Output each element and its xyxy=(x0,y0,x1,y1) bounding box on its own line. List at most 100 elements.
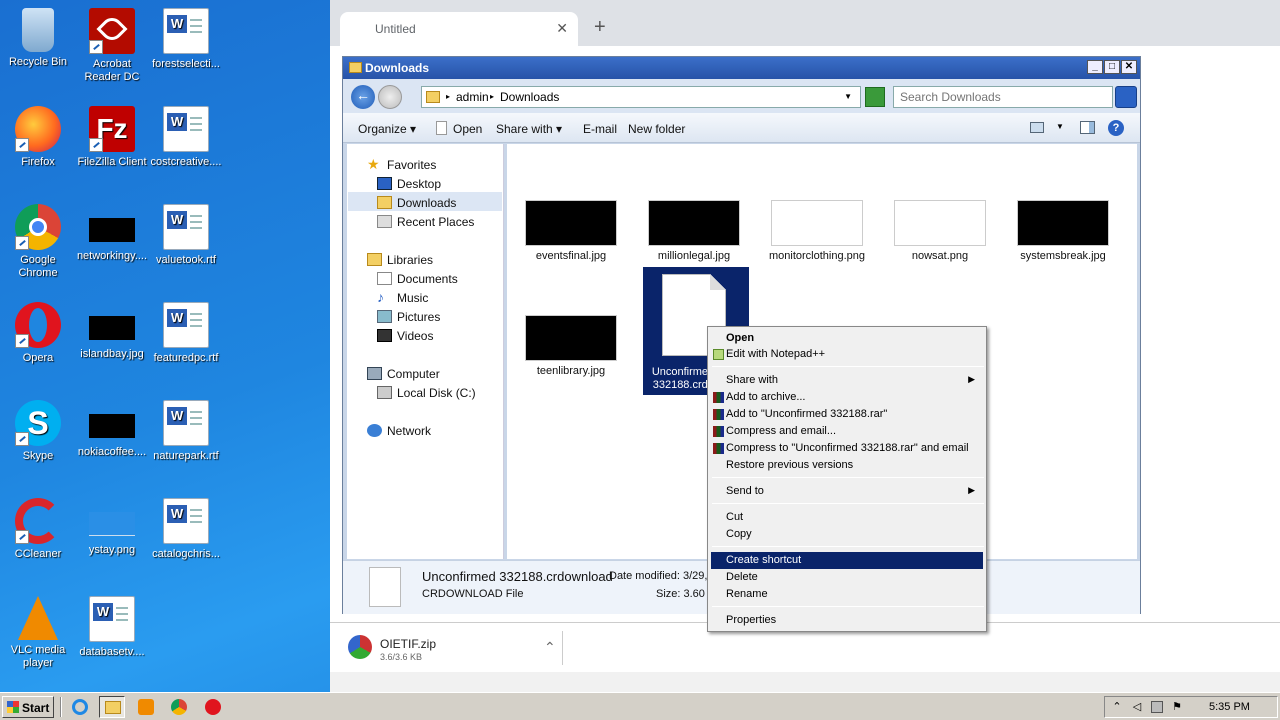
windows-logo-icon xyxy=(7,701,19,713)
taskbar-ie[interactable] xyxy=(67,696,93,718)
menu-item-add-to-archive[interactable]: Add to archive... xyxy=(711,389,983,406)
close-icon[interactable]: ✕ xyxy=(556,20,568,37)
taskbar-chrome[interactable] xyxy=(166,696,192,718)
chevron-up-icon[interactable]: ⌃ xyxy=(1111,701,1123,713)
view-options-icon[interactable] xyxy=(1030,122,1044,133)
file-item[interactable]: monitorclothing.png xyxy=(762,200,872,262)
desktop-icon-catalogchris[interactable]: W catalogchris... xyxy=(148,498,224,561)
file-item[interactable]: nowsat.png xyxy=(885,200,995,262)
share-with-button[interactable]: Share with ▾ xyxy=(496,122,562,136)
filezilla-icon: Fz xyxy=(89,106,135,152)
desktop-icon-vlc[interactable]: VLC media player xyxy=(0,596,76,670)
menu-item-copy[interactable]: Copy xyxy=(711,526,983,543)
desktop-icon-costcreative[interactable]: W costcreative.... xyxy=(148,106,224,169)
menu-item-cut[interactable]: Cut xyxy=(711,509,983,526)
email-button[interactable]: E-mail xyxy=(583,122,617,136)
chevron-up-icon[interactable]: ⌃ xyxy=(544,639,556,656)
desktop-icon-forestselecti[interactable]: W forestselecti... xyxy=(148,8,224,71)
file-name: nowsat.png xyxy=(911,250,969,262)
clock[interactable]: 5:35 PM xyxy=(1209,701,1250,713)
menu-item-edit-notepadpp[interactable]: Edit with Notepad++ xyxy=(711,346,983,363)
desktop-icon-islandbay[interactable]: islandbay.jpg xyxy=(74,302,150,361)
desktop-icon-networkingy[interactable]: networkingy.... xyxy=(74,204,150,263)
search-input[interactable] xyxy=(900,88,1090,106)
desktop-icon-label: Firefox xyxy=(21,156,55,168)
menu-item-create-shortcut[interactable]: Create shortcut xyxy=(711,552,983,569)
forward-button[interactable] xyxy=(378,85,402,109)
network-icon xyxy=(367,424,382,437)
new-tab-button[interactable]: + xyxy=(594,16,606,39)
anyrun-watermark: ANY RUN xyxy=(1040,615,1263,667)
close-button[interactable]: ✕ xyxy=(1121,60,1137,74)
menu-item-compress-email[interactable]: Compress and email... xyxy=(711,423,983,440)
shortcut-arrow-icon xyxy=(89,138,103,152)
refresh-icon[interactable] xyxy=(865,87,885,107)
desktop-icon-ystay[interactable]: ystay.png xyxy=(74,498,150,557)
maximize-button[interactable]: □ xyxy=(1104,60,1120,74)
star-icon: ★ xyxy=(367,156,380,172)
desktop-icon-acrobat[interactable]: Acrobat Reader DC xyxy=(74,8,150,84)
desktop-icon-ccleaner[interactable]: CCleaner xyxy=(0,498,76,561)
new-folder-button[interactable]: New folder xyxy=(628,122,685,136)
preview-pane-icon[interactable] xyxy=(1080,121,1095,134)
file-item[interactable]: systemsbreak.jpg xyxy=(1008,200,1118,262)
desktop-icon-recycle-bin[interactable]: Recycle Bin xyxy=(0,8,76,69)
details-filename: Unconfirmed 332188.crdownload xyxy=(422,569,613,584)
start-button[interactable]: Start xyxy=(2,696,54,718)
download-item[interactable]: OIETIF.zip 3.6/3.6 KB ⌃ xyxy=(344,633,564,663)
word-doc-icon: W xyxy=(163,302,209,348)
menu-item-compress-to-rar-email[interactable]: Compress to "Unconfirmed 332188.rar" and… xyxy=(711,440,983,457)
taskbar-explorer[interactable] xyxy=(99,696,125,718)
search-box[interactable] xyxy=(893,86,1113,108)
file-item[interactable]: millionlegal.jpg xyxy=(639,200,749,262)
minimize-button[interactable]: _ xyxy=(1087,60,1103,74)
file-item[interactable]: teenlibrary.jpg xyxy=(516,315,626,377)
menu-item-add-to-rar[interactable]: Add to "Unconfirmed 332188.rar" xyxy=(711,406,983,423)
desktop-icon-label: Google Chrome xyxy=(18,254,58,279)
breadcrumb-admin[interactable]: admin xyxy=(456,90,489,104)
file-item[interactable]: eventsfinal.jpg xyxy=(516,200,626,262)
explorer-title-bar[interactable]: Downloads _ □ ✕ xyxy=(343,57,1140,79)
desktop-icon-valuetook[interactable]: W valuetook.rtf xyxy=(148,204,224,267)
image-thumb-icon xyxy=(89,512,135,536)
recent-places-icon xyxy=(377,215,392,228)
download-filename: OIETIF.zip xyxy=(380,637,437,651)
menu-item-properties[interactable]: Properties xyxy=(711,612,983,629)
search-icon[interactable] xyxy=(1115,86,1137,108)
desktop-icon-nokiacoffee[interactable]: nokiacoffee.... xyxy=(74,400,150,459)
back-button[interactable] xyxy=(351,85,375,109)
desktop-icon-featuredpc[interactable]: W featuredpc.rtf xyxy=(148,302,224,365)
volume-icon[interactable]: ◁ xyxy=(1131,701,1143,713)
menu-item-restore-versions[interactable]: Restore previous versions xyxy=(711,457,983,474)
desktop-icon-skype[interactable]: S Skype xyxy=(0,400,76,463)
address-bar[interactable]: ▸ admin ▸ Downloads ▼ xyxy=(421,86,861,108)
breadcrumb-downloads[interactable]: Downloads xyxy=(500,90,559,104)
context-menu: Open Edit with Notepad++ Share with ▶ Ad… xyxy=(707,326,987,632)
taskbar-media-player[interactable] xyxy=(133,696,159,718)
open-button[interactable]: Open xyxy=(453,122,482,136)
menu-item-send-to[interactable]: Send to ▶ xyxy=(711,483,983,500)
desktop-icon-opera[interactable]: Opera xyxy=(0,302,76,365)
system-tray: ⌃ ◁ ⚑ 5:35 PM xyxy=(1104,696,1278,718)
folder-icon xyxy=(349,62,362,73)
opera-icon xyxy=(205,699,221,715)
menu-item-open[interactable]: Open xyxy=(711,330,983,347)
desktop-icon-chrome[interactable]: Google Chrome xyxy=(0,204,76,280)
organize-button[interactable]: Organize ▾ xyxy=(358,122,416,136)
desktop-icon-databasetv[interactable]: W databasetv.... xyxy=(74,596,150,659)
desktop-icon-label: ystay.png xyxy=(88,544,136,556)
menu-item-delete[interactable]: Delete xyxy=(711,569,983,586)
desktop-icon-label: valuetook.rtf xyxy=(156,254,216,266)
network-tray-icon[interactable] xyxy=(1151,701,1163,713)
desktop-icon-firefox[interactable]: Firefox xyxy=(0,106,76,169)
menu-item-share-with[interactable]: Share with ▶ xyxy=(711,372,983,389)
chevron-down-icon[interactable]: ▼ xyxy=(844,92,852,101)
desktop-icon-filezilla[interactable]: Fz FileZilla Client xyxy=(74,106,150,169)
chevron-down-icon[interactable]: ▼ xyxy=(1056,122,1064,131)
help-icon[interactable]: ? xyxy=(1108,120,1124,136)
browser-tab[interactable]: Untitled ✕ xyxy=(340,12,578,46)
flag-icon[interactable]: ⚑ xyxy=(1171,701,1183,713)
menu-item-rename[interactable]: Rename xyxy=(711,586,983,603)
desktop-icon-naturepark[interactable]: W naturepark.rtf xyxy=(148,400,224,463)
taskbar-opera[interactable] xyxy=(200,696,226,718)
